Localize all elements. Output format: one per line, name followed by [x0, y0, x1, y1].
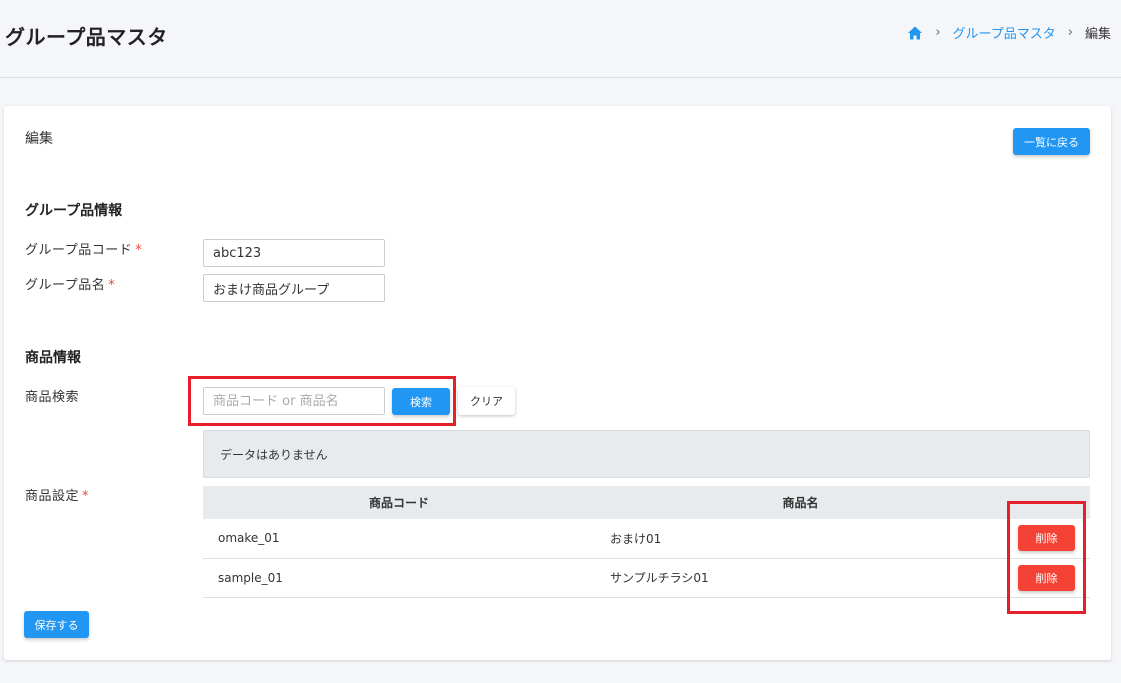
- breadcrumb-current: 編集: [1084, 27, 1111, 42]
- required-mark: *: [108, 278, 116, 293]
- group-name-input[interactable]: [203, 274, 385, 302]
- edit-card: 編集 一覧に戻る グループ品情報 グループ品コード* グループ品名* 商品情報 …: [4, 106, 1111, 660]
- delete-highlight-box: [1007, 501, 1086, 614]
- table-header-row: 商品コード 商品名: [203, 486, 1090, 519]
- table-row: sample_01 サンプルチラシ01 削除: [203, 558, 1090, 598]
- group-code-input[interactable]: [203, 239, 385, 267]
- product-code-cell: sample_01: [203, 558, 595, 598]
- column-header-name: 商品名: [595, 486, 1006, 519]
- back-to-list-button[interactable]: 一覧に戻る: [1013, 128, 1090, 155]
- page-title: グループ品マスタ: [5, 25, 168, 49]
- product-name-cell: サンプルチラシ01: [595, 558, 1006, 598]
- required-mark: *: [82, 489, 90, 504]
- card-title: 編集: [25, 131, 53, 147]
- clear-button[interactable]: クリア: [458, 387, 515, 415]
- product-table: 商品コード 商品名 omake_01 おまけ01 削除 sample_01 サン…: [203, 486, 1090, 598]
- group-info-heading: グループ品情報: [25, 203, 123, 219]
- page-header: グループ品マスタ › グループ品マスタ › 編集: [0, 0, 1121, 78]
- chevron-right-icon: ›: [935, 25, 941, 40]
- save-button[interactable]: 保存する: [24, 611, 89, 638]
- group-code-label: グループ品コード *: [25, 243, 143, 258]
- search-highlight-box: [188, 376, 456, 426]
- column-header-code: 商品コード: [203, 486, 595, 519]
- chevron-right-icon: ›: [1067, 25, 1073, 40]
- product-info-heading: 商品情報: [25, 350, 81, 366]
- product-code-cell: omake_01: [203, 519, 595, 559]
- home-icon[interactable]: [907, 25, 923, 41]
- no-data-message: データはありません: [203, 430, 1090, 478]
- table-row: omake_01 おまけ01 削除: [203, 519, 1090, 559]
- product-name-cell: おまけ01: [595, 519, 1006, 559]
- breadcrumb-link-group-master[interactable]: グループ品マスタ: [953, 23, 1056, 42]
- breadcrumb: › グループ品マスタ › 編集: [907, 23, 1111, 42]
- group-name-label: グループ品名 *: [25, 278, 116, 293]
- product-search-label: 商品検索: [25, 390, 80, 405]
- required-mark: *: [135, 243, 143, 258]
- product-setting-label: 商品設定 *: [25, 489, 90, 504]
